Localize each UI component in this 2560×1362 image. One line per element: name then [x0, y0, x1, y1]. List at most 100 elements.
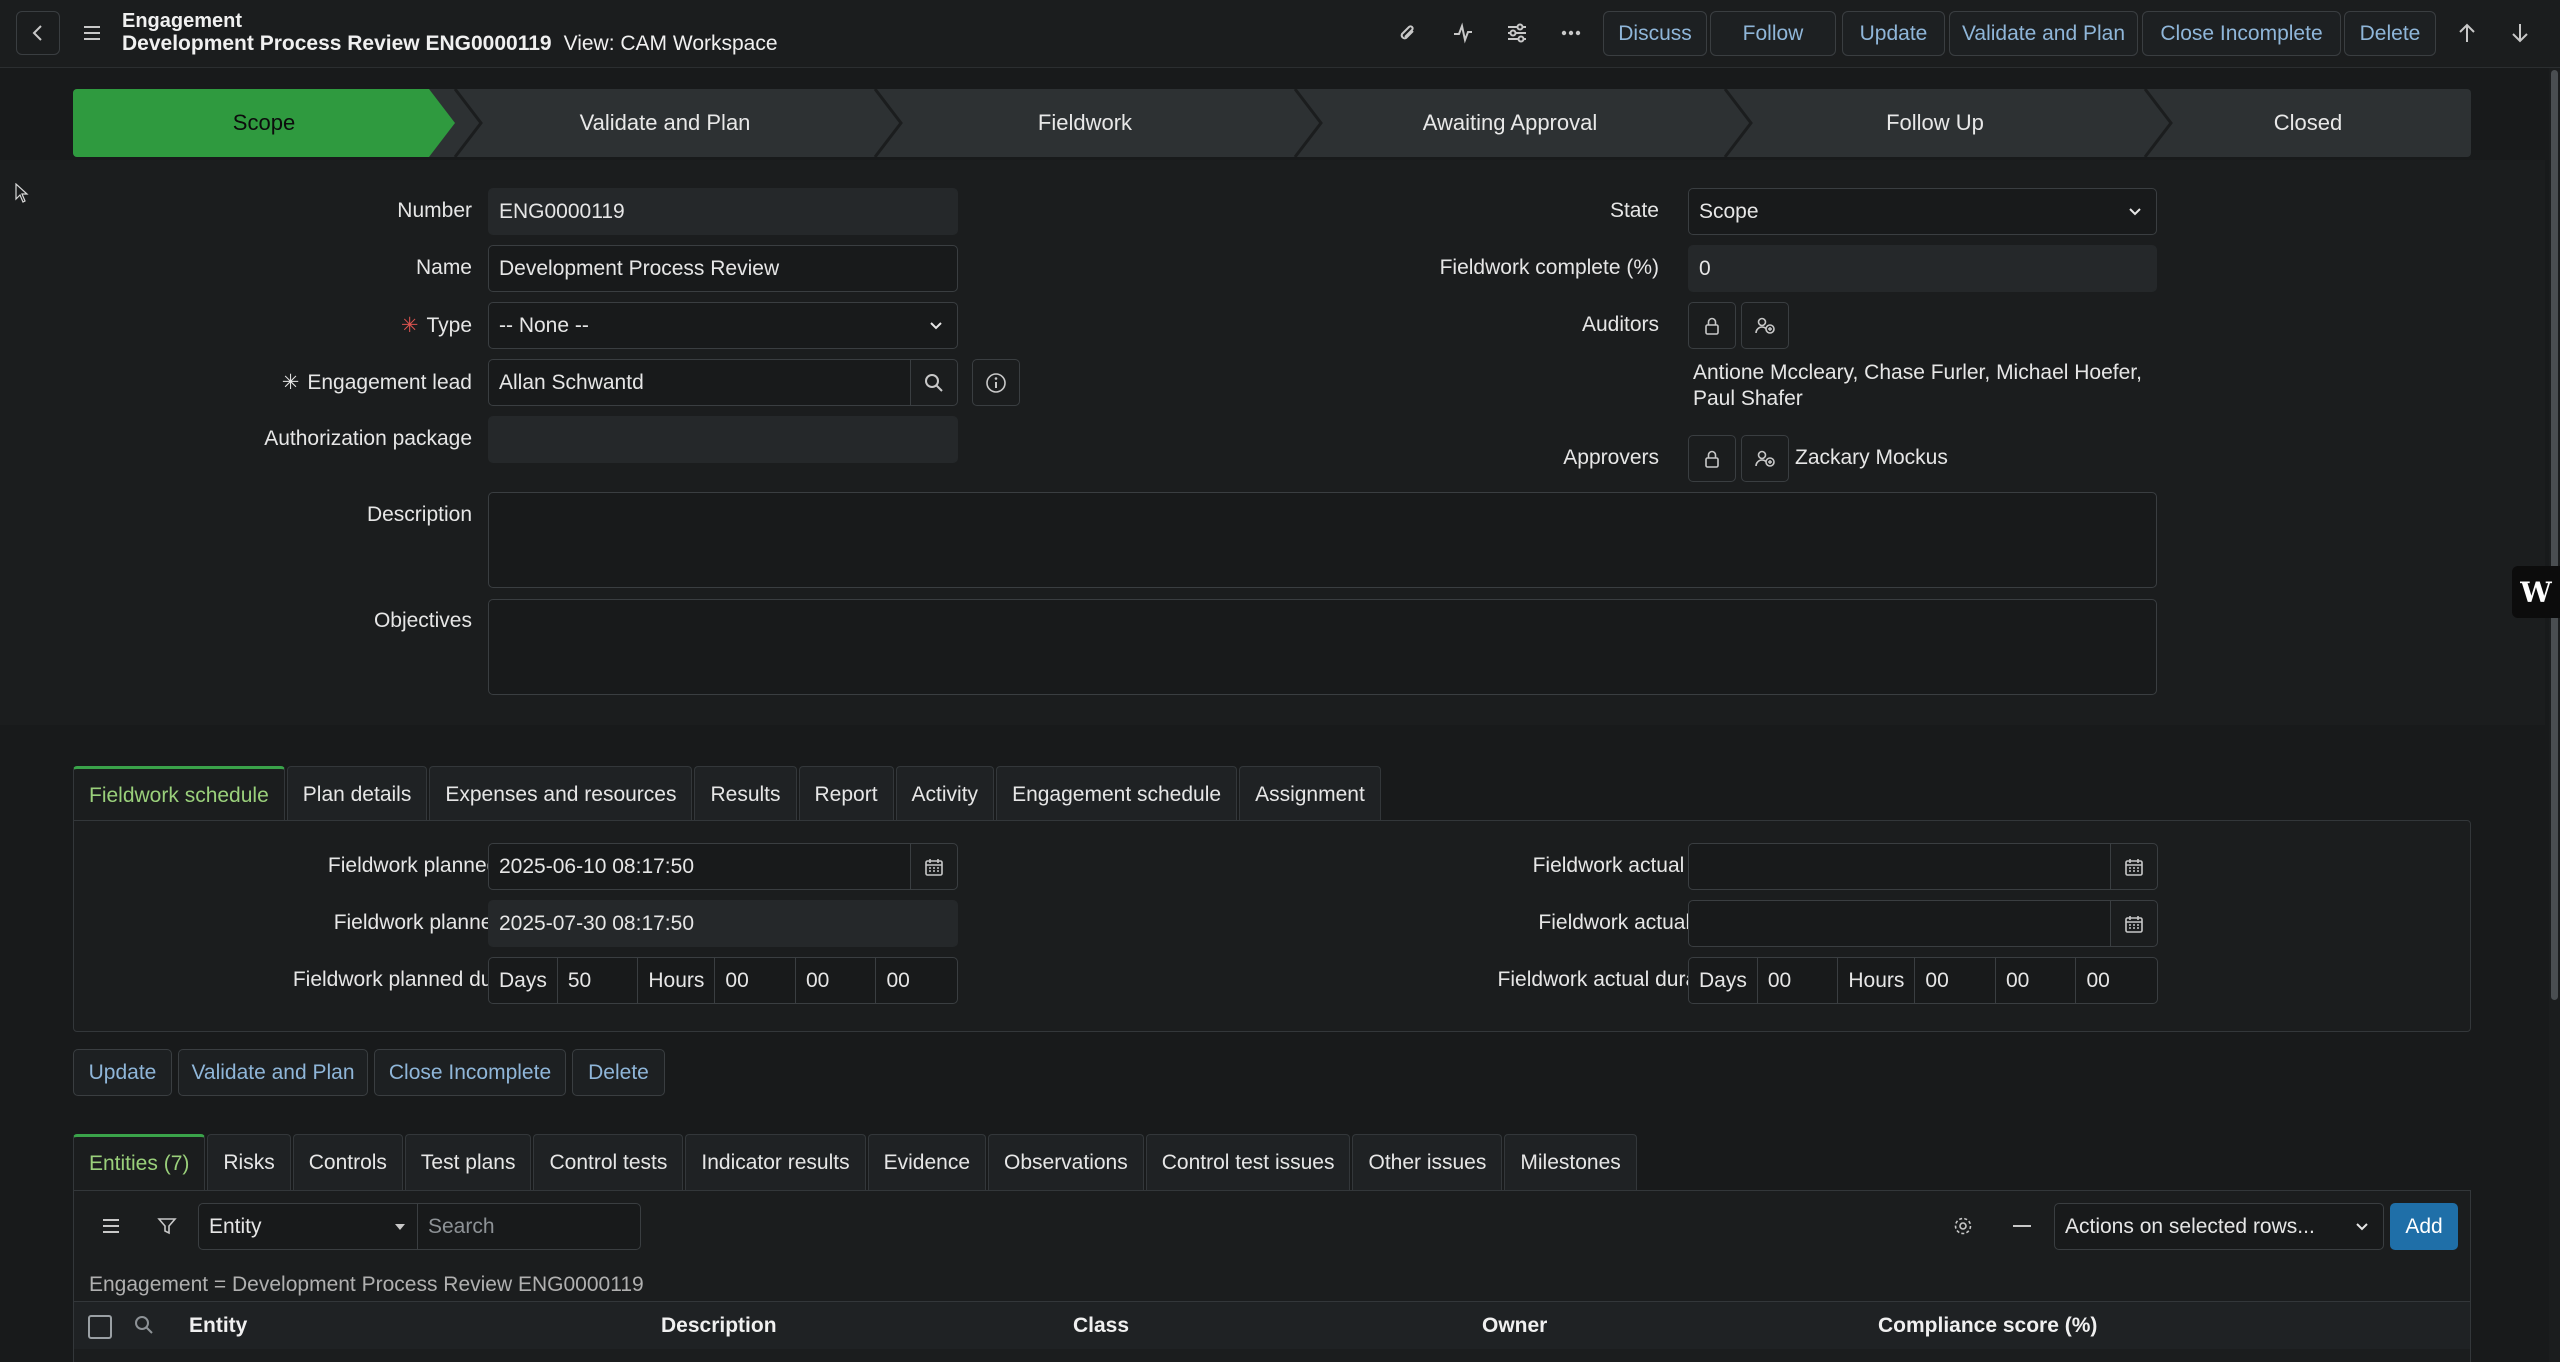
search-field-select[interactable]: Entity — [198, 1203, 418, 1250]
planned-hours-input[interactable]: 00 — [715, 958, 796, 1003]
actions-select[interactable]: Actions on selected rows... — [2054, 1203, 2384, 1250]
tab-milestones[interactable]: Milestones — [1504, 1134, 1637, 1190]
planned-start-field[interactable]: 2025-06-10 08:17:50 — [488, 843, 912, 890]
tab-control-tests[interactable]: Control tests — [533, 1134, 684, 1190]
number-label: Number — [397, 199, 472, 222]
column-search-button[interactable] — [134, 1315, 154, 1335]
name-field[interactable]: Development Process Review — [488, 245, 958, 292]
description-textarea[interactable] — [488, 492, 2157, 588]
engagement-lead-label: ✳ Engagement lead — [281, 371, 472, 394]
next-record-button[interactable] — [2500, 13, 2540, 53]
page-scrollbar-thumb[interactable] — [2551, 70, 2558, 1000]
planned-duration-field[interactable]: Days 50 Hours 00 00 00 — [488, 957, 958, 1004]
more-options-button[interactable] — [1551, 13, 1591, 53]
arrow-up-icon — [2458, 22, 2476, 44]
tab-entities[interactable]: Entities (7) — [73, 1134, 206, 1190]
tab-control-test-issues[interactable]: Control test issues — [1145, 1134, 1351, 1190]
bottom-delete-button[interactable]: Delete — [572, 1049, 665, 1096]
list-toolbar: Entity Search Actions on selected rows..… — [74, 1191, 2470, 1261]
column-owner[interactable]: Owner — [1482, 1314, 1547, 1338]
column-compliance-score[interactable]: Compliance score (%) — [1878, 1314, 2097, 1338]
tab-assignment[interactable]: Assignment — [1239, 766, 1381, 822]
tab-report[interactable]: Report — [798, 766, 894, 822]
follow-button[interactable]: Follow — [1710, 11, 1836, 56]
actual-end-calendar-button[interactable] — [2110, 900, 2158, 947]
menu-button[interactable] — [72, 13, 112, 53]
bottom-validate-plan-button[interactable]: Validate and Plan — [178, 1049, 368, 1096]
list-search-input[interactable]: Search — [417, 1203, 641, 1250]
w-logo-icon[interactable]: W — [2512, 566, 2560, 618]
fieldwork-complete-label: Fieldwork complete (%) — [1439, 256, 1659, 279]
add-button[interactable]: Add — [2390, 1203, 2458, 1250]
select-all-checkbox[interactable] — [88, 1315, 112, 1339]
tab-plan-details[interactable]: Plan details — [286, 766, 428, 822]
planned-days-input[interactable]: 50 — [558, 958, 639, 1003]
actual-start-calendar-button[interactable] — [2110, 843, 2158, 890]
tab-observations[interactable]: Observations — [988, 1134, 1144, 1190]
planned-minutes-input[interactable]: 00 — [796, 958, 877, 1003]
auditors-add-me-button[interactable] — [1741, 302, 1789, 349]
close-incomplete-button[interactable]: Close Incomplete — [2142, 11, 2341, 56]
gear-icon — [1952, 1215, 1974, 1237]
tab-results[interactable]: Results — [694, 766, 797, 822]
tab-controls[interactable]: Controls — [292, 1134, 403, 1190]
previous-record-button[interactable] — [2447, 13, 2487, 53]
engagement-form: Number ENG0000119 Name Development Proce… — [0, 160, 2545, 725]
collapse-button[interactable] — [2002, 1206, 2042, 1246]
tab-risks[interactable]: Risks — [207, 1134, 291, 1190]
tab-test-plans[interactable]: Test plans — [404, 1134, 532, 1190]
delete-button[interactable]: Delete — [2344, 11, 2436, 56]
auditors-unlock-button[interactable] — [1688, 302, 1736, 349]
update-button[interactable]: Update — [1842, 11, 1945, 56]
fieldwork-schedule-panel: Fieldwork planned start 2025-06-10 08:17… — [73, 820, 2471, 1032]
add-user-icon — [1754, 449, 1776, 469]
hours-label: Hours — [1838, 958, 1916, 1003]
planned-start-calendar-button[interactable] — [910, 843, 958, 890]
list-menu-button[interactable] — [91, 1206, 131, 1246]
tab-engagement-schedule[interactable]: Engagement schedule — [996, 766, 1238, 822]
actual-minutes-input[interactable]: 00 — [1996, 958, 2077, 1003]
lookup-button[interactable] — [910, 359, 958, 406]
activity-button[interactable] — [1443, 13, 1483, 53]
bottom-close-incomplete-button[interactable]: Close Incomplete — [374, 1049, 566, 1096]
actual-seconds-input[interactable]: 00 — [2076, 958, 2157, 1003]
filter-icon — [157, 1216, 177, 1236]
actual-duration-field[interactable]: Days 00 Hours 00 00 00 — [1688, 957, 2158, 1004]
engagement-lead-field[interactable]: Allan Schwantd — [488, 359, 912, 406]
list-breadcrumb[interactable]: Engagement = Development Process Review … — [89, 1273, 644, 1297]
tab-other-issues[interactable]: Other issues — [1352, 1134, 1503, 1190]
lock-icon — [1703, 316, 1721, 336]
actual-hours-input[interactable]: 00 — [1915, 958, 1996, 1003]
objectives-textarea[interactable] — [488, 599, 2157, 695]
tab-indicator-results[interactable]: Indicator results — [685, 1134, 866, 1190]
tab-activity[interactable]: Activity — [895, 766, 995, 822]
chevron-down-icon — [2353, 1217, 2371, 1235]
approvers-unlock-button[interactable] — [1688, 435, 1736, 482]
approvers-add-me-button[interactable] — [1741, 435, 1789, 482]
column-description[interactable]: Description — [661, 1314, 777, 1338]
auditors-list-line2: Paul Shafer — [1693, 387, 1803, 410]
tab-expenses-resources[interactable]: Expenses and resources — [429, 766, 693, 822]
calendar-icon — [2124, 857, 2144, 877]
validate-plan-button[interactable]: Validate and Plan — [1949, 11, 2138, 56]
discuss-button[interactable]: Discuss — [1603, 11, 1707, 56]
preview-record-button[interactable] — [972, 359, 1020, 406]
actual-days-input[interactable]: 00 — [1758, 958, 1839, 1003]
filter-button[interactable] — [147, 1206, 187, 1246]
actual-start-field[interactable] — [1688, 843, 2112, 890]
state-select[interactable]: Scope — [1688, 188, 2157, 235]
actual-end-field[interactable] — [1688, 900, 2112, 947]
back-icon — [28, 23, 48, 43]
back-button[interactable] — [16, 11, 60, 55]
planned-seconds-input[interactable]: 00 — [876, 958, 957, 1003]
personalize-button[interactable] — [1497, 13, 1537, 53]
column-class[interactable]: Class — [1073, 1314, 1129, 1338]
list-settings-button[interactable] — [1943, 1206, 1983, 1246]
table-header: Entity Description Class Owner Complianc… — [74, 1301, 2470, 1349]
bottom-update-button[interactable]: Update — [73, 1049, 172, 1096]
tab-fieldwork-schedule[interactable]: Fieldwork schedule — [73, 766, 285, 822]
tab-evidence[interactable]: Evidence — [867, 1134, 986, 1190]
attachment-button[interactable] — [1388, 13, 1428, 53]
column-entity[interactable]: Entity — [189, 1314, 247, 1338]
type-select[interactable]: -- None -- — [488, 302, 958, 349]
